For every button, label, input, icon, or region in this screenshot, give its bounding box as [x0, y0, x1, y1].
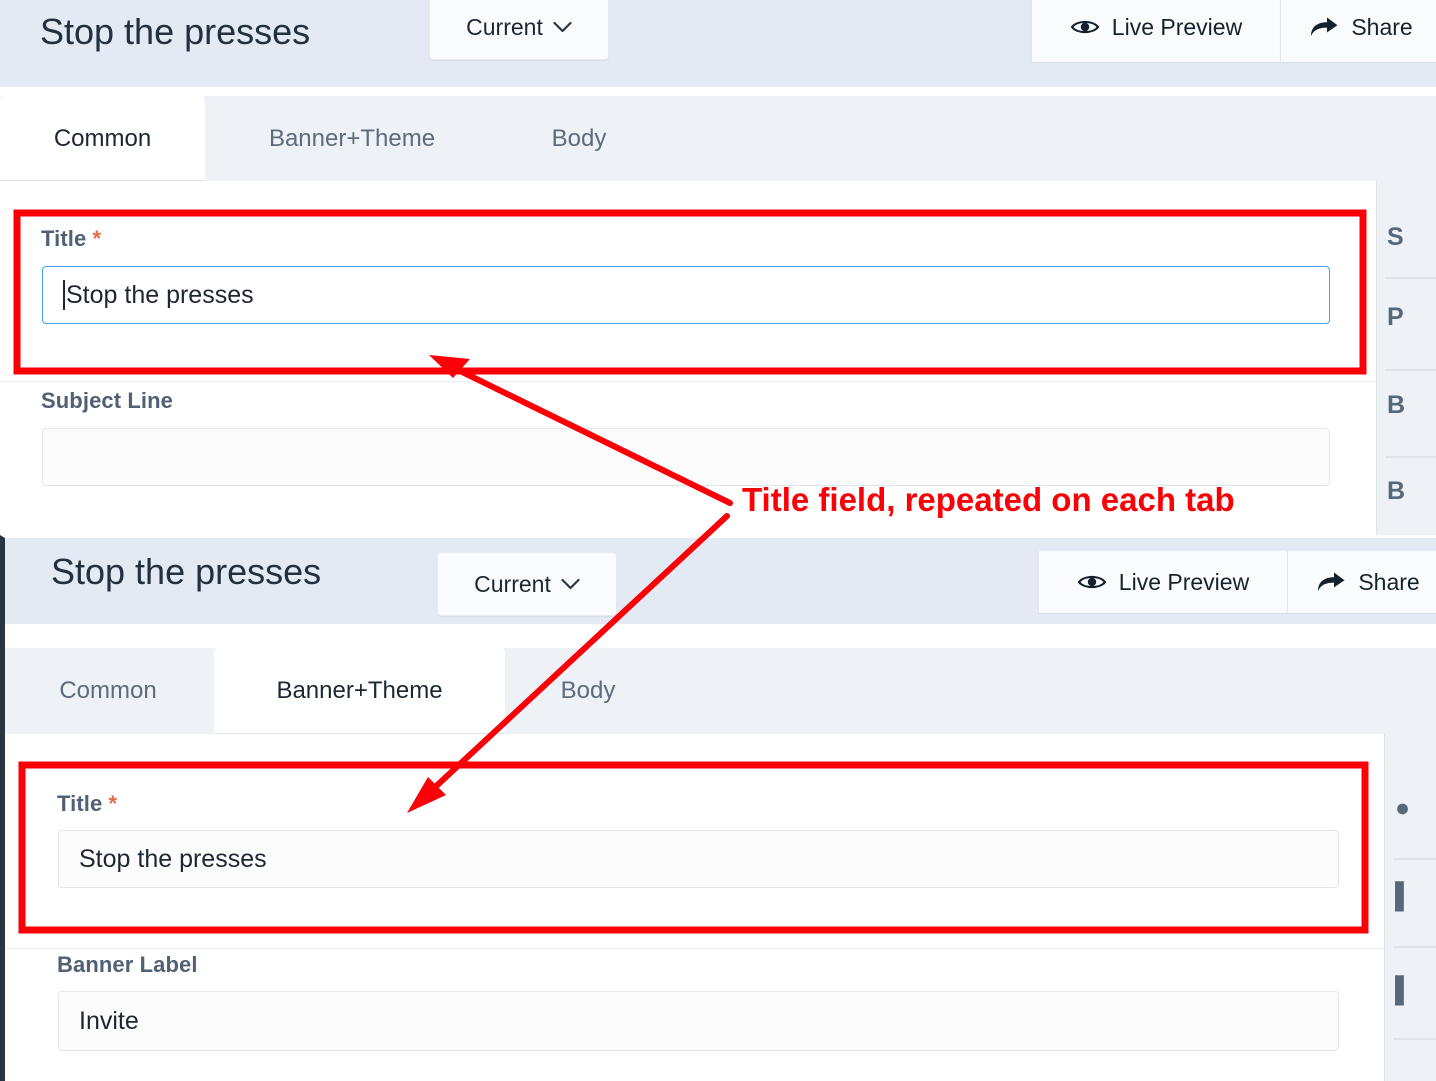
tab-body-label-2: Body	[560, 677, 616, 704]
tab-common-label-2: Common	[59, 677, 157, 704]
chevron-down-icon	[553, 21, 572, 33]
app-header-2: Stop the presses Current Live Preview Sh…	[5, 538, 1436, 624]
tab-banner-theme-label-2: Banner+Theme	[276, 677, 443, 704]
banner-label-input-value: Invite	[79, 1006, 139, 1035]
version-select[interactable]: Current	[429, 0, 609, 60]
tab-body-2[interactable]: Body	[508, 648, 668, 734]
live-preview-label: Live Preview	[1111, 13, 1243, 40]
share-arrow-icon	[1309, 16, 1339, 38]
right-rail-2: ● ▌ ▌	[1384, 734, 1436, 1081]
tab-body-label: Body	[551, 124, 607, 152]
form-body-2: Title * Stop the presses Banner Label In…	[5, 734, 1436, 1081]
field-title-label-2: Title *	[57, 791, 118, 816]
tab-banner-theme[interactable]: Banner+Theme	[207, 96, 497, 181]
chevron-down-icon	[561, 578, 580, 590]
right-rail: S P B B	[1376, 181, 1436, 540]
rail-item-2[interactable]: B	[1387, 391, 1405, 420]
rail-item-2-1[interactable]: ▌	[1395, 882, 1413, 911]
tab-banner-theme-label: Banner+Theme	[268, 124, 436, 152]
header-actions: Live Preview Share	[1031, 0, 1436, 62]
text-caret	[63, 280, 65, 310]
version-select-label: Current	[466, 13, 543, 40]
subject-line-input[interactable]	[42, 428, 1330, 486]
share-arrow-icon	[1316, 571, 1346, 593]
page-title-2: Stop the presses	[51, 551, 322, 592]
share-label: Share	[1351, 13, 1413, 40]
live-preview-label-2: Live Preview	[1118, 568, 1250, 595]
version-select-2[interactable]: Current	[437, 552, 617, 616]
page-title: Stop the presses	[40, 11, 311, 52]
app-header: Stop the presses Current Live Preview Sh…	[0, 0, 1436, 87]
live-preview-button-2[interactable]: Live Preview	[1038, 551, 1287, 613]
title-input-2[interactable]: Stop the presses	[58, 830, 1339, 888]
tab-common[interactable]: Common	[0, 96, 205, 181]
eye-icon	[1077, 572, 1107, 592]
field-banner-label-label: Banner Label	[57, 952, 198, 977]
required-asterisk-2: *	[108, 791, 118, 816]
field-subject-line-label: Subject Line	[41, 388, 173, 413]
common-tab-screenshot: Stop the presses Current Live Preview Sh…	[0, 0, 1436, 540]
rail-item-2-2[interactable]: ▌	[1395, 976, 1413, 1005]
rail-item-2-0[interactable]: ●	[1395, 794, 1410, 823]
tab-banner-theme-2[interactable]: Banner+Theme	[214, 648, 505, 734]
rail-item-0[interactable]: S	[1387, 223, 1404, 252]
form-body: Title * Stop the presses Subject Line	[0, 181, 1436, 540]
rail-item-3[interactable]: B	[1387, 477, 1405, 506]
tab-bar-2: Common Banner+Theme Body	[5, 648, 1436, 735]
title-input-value-2: Stop the presses	[79, 844, 267, 873]
banner-label-input[interactable]: Invite	[58, 991, 1339, 1051]
rail-item-1[interactable]: P	[1387, 303, 1404, 332]
live-preview-button[interactable]: Live Preview	[1031, 0, 1280, 62]
version-select-label-2: Current	[474, 570, 551, 597]
share-button-2[interactable]: Share	[1287, 551, 1436, 613]
tab-bar: Common Banner+Theme Body	[0, 96, 1436, 182]
title-input[interactable]: Stop the presses	[42, 266, 1330, 324]
eye-icon	[1070, 17, 1100, 37]
required-asterisk: *	[92, 226, 102, 251]
banner-theme-tab-screenshot: Stop the presses Current Live Preview Sh…	[0, 535, 1436, 1081]
tab-common-2[interactable]: Common	[5, 648, 211, 734]
title-input-value: Stop the presses	[66, 280, 254, 309]
field-title-label: Title *	[41, 226, 102, 251]
tab-common-label: Common	[53, 124, 152, 152]
share-label-2: Share	[1358, 568, 1420, 595]
header-actions-2: Live Preview Share	[1038, 551, 1436, 613]
share-button[interactable]: Share	[1280, 0, 1436, 62]
tab-body[interactable]: Body	[499, 96, 659, 181]
screenshot-stage: Stop the presses Current Live Preview Sh…	[0, 0, 1436, 1081]
